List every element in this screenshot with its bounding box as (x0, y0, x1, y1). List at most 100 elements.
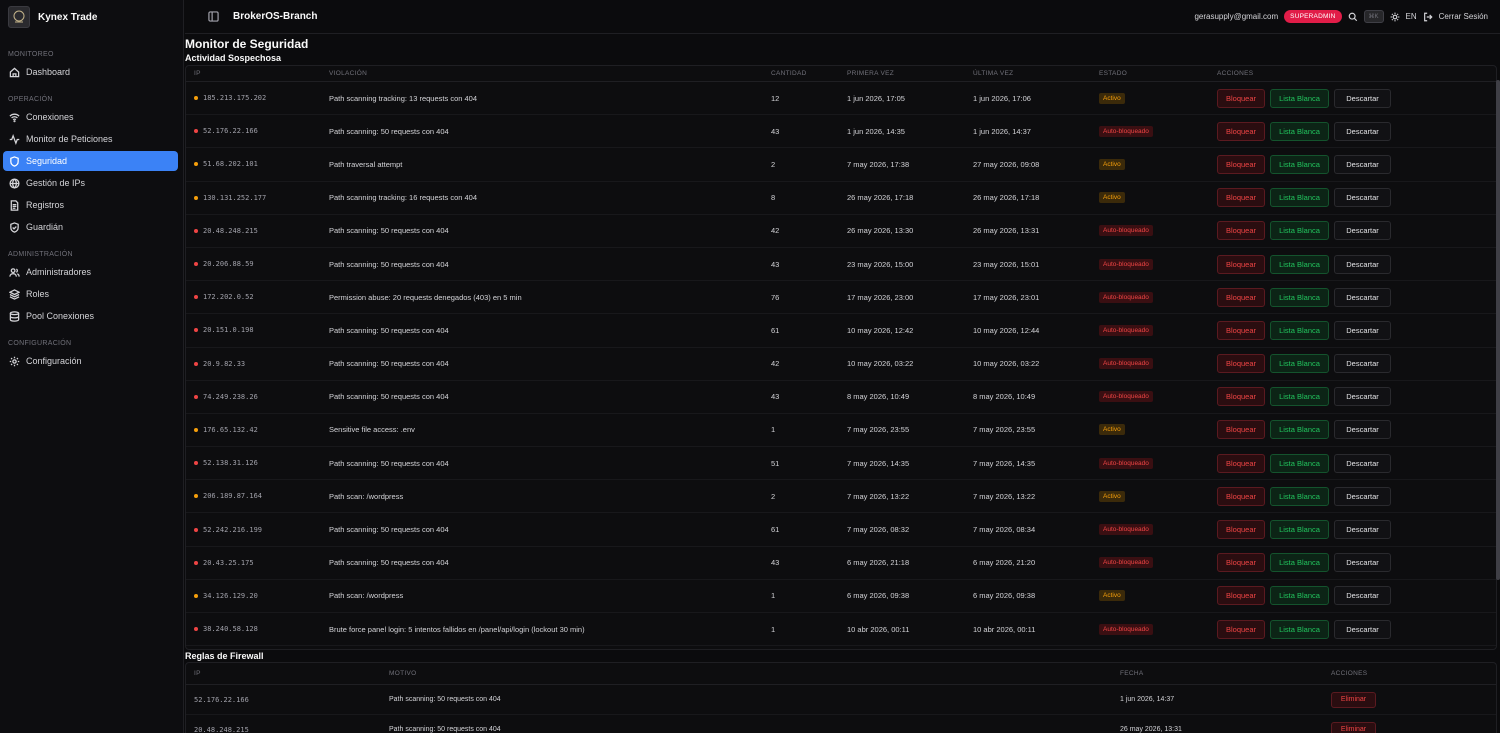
whitelist-button[interactable]: Lista Blanca (1270, 188, 1329, 208)
block-button[interactable]: Bloquear (1217, 420, 1265, 440)
sidebar-item-monitor-de-peticiones[interactable]: Monitor de Peticiones (3, 129, 178, 149)
block-button[interactable]: Bloquear (1217, 520, 1265, 540)
sun-icon[interactable] (1390, 12, 1400, 22)
sidebar-item-seguridad[interactable]: Seguridad (3, 151, 178, 171)
discard-button[interactable]: Descartar (1334, 619, 1391, 639)
block-button[interactable]: Bloquear (1217, 453, 1265, 473)
block-button[interactable]: Bloquear (1217, 354, 1265, 374)
logout-icon[interactable] (1423, 12, 1433, 22)
status-badge: Activo (1099, 424, 1125, 436)
whitelist-button[interactable]: Lista Blanca (1270, 154, 1329, 174)
block-button[interactable]: Bloquear (1217, 221, 1265, 241)
discard-button[interactable]: Descartar (1334, 420, 1391, 440)
discard-button[interactable]: Descartar (1334, 586, 1391, 606)
brand[interactable]: Kynex Trade (0, 0, 183, 34)
discard-button[interactable]: Descartar (1334, 121, 1391, 141)
sidebar-item-gestión-de-ips[interactable]: Gestión de IPs (3, 173, 178, 193)
discard-button[interactable]: Descartar (1334, 188, 1391, 208)
discard-button[interactable]: Descartar (1334, 387, 1391, 407)
sidebar-item-label: Administradores (26, 267, 92, 277)
whitelist-button[interactable]: Lista Blanca (1270, 354, 1329, 374)
fw-reason-cell: Path scanning: 50 requests con 404 (389, 726, 501, 733)
sidebar-item-guardián[interactable]: Guardián (3, 217, 178, 237)
state-cell: Auto-bloqueado (1099, 291, 1217, 303)
sidebar-item-dashboard[interactable]: Dashboard (3, 62, 178, 82)
discard-button[interactable]: Descartar (1334, 287, 1391, 307)
discard-button[interactable]: Descartar (1334, 88, 1391, 108)
fw-ip-cell: 20.48.248.215 (194, 725, 249, 733)
block-button[interactable]: Bloquear (1217, 254, 1265, 274)
discard-button[interactable]: Descartar (1334, 553, 1391, 573)
sidebar-item-label: Seguridad (26, 156, 68, 166)
whitelist-button[interactable]: Lista Blanca (1270, 320, 1329, 340)
whitelist-button[interactable]: Lista Blanca (1270, 88, 1329, 108)
block-button[interactable]: Bloquear (1217, 154, 1265, 174)
file-icon (10, 199, 19, 211)
whitelist-button[interactable]: Lista Blanca (1270, 586, 1329, 606)
whitelist-button[interactable]: Lista Blanca (1270, 254, 1329, 274)
last-seen-cell: 6 may 2026, 21:20 (973, 558, 1036, 568)
discard-button[interactable]: Descartar (1334, 354, 1391, 374)
first-seen-cell: 8 may 2026, 10:49 (847, 392, 910, 402)
status-dot (194, 461, 198, 466)
whitelist-button[interactable]: Lista Blanca (1270, 619, 1329, 639)
whitelist-button[interactable]: Lista Blanca (1270, 121, 1329, 141)
search-icon[interactable] (1348, 12, 1358, 22)
status-badge: Auto-bloqueado (1099, 324, 1153, 336)
whitelist-button[interactable]: Lista Blanca (1270, 520, 1329, 540)
discard-button[interactable]: Descartar (1334, 486, 1391, 506)
block-button[interactable]: Bloquear (1217, 88, 1265, 108)
block-button[interactable]: Bloquear (1217, 121, 1265, 141)
ip-address: 52.138.31.126 (203, 459, 258, 468)
discard-button[interactable]: Descartar (1334, 254, 1391, 274)
sidebar-item-pool-conexiones[interactable]: Pool Conexiones (3, 306, 178, 326)
discard-button[interactable]: Descartar (1334, 320, 1391, 340)
whitelist-button[interactable]: Lista Blanca (1270, 420, 1329, 440)
delete-rule-button[interactable]: Eliminar (1331, 721, 1376, 733)
discard-button[interactable]: Descartar (1334, 154, 1391, 174)
col-ip: IP (194, 70, 201, 77)
whitelist-button[interactable]: Lista Blanca (1270, 221, 1329, 241)
whitelist-button[interactable]: Lista Blanca (1270, 387, 1329, 407)
discard-button[interactable]: Descartar (1334, 453, 1391, 473)
state-cell: Auto-bloqueado (1099, 324, 1217, 336)
table-row: 130.131.252.177 Path scanning tracking: … (186, 182, 1496, 215)
state-cell: Auto-bloqueado (1099, 623, 1217, 635)
block-button[interactable]: Bloquear (1217, 553, 1265, 573)
block-button[interactable]: Bloquear (1217, 188, 1265, 208)
discard-button[interactable]: Descartar (1334, 520, 1391, 540)
discard-button[interactable]: Descartar (1334, 221, 1391, 241)
suspicious-activity-title: Actividad Sospechosa (185, 53, 282, 63)
sidebar-item-roles[interactable]: Roles (3, 284, 178, 304)
actions-cell: Bloquear Lista Blanca Descartar (1217, 453, 1391, 473)
logout-button[interactable]: Cerrar Sesión (1439, 12, 1488, 21)
whitelist-button[interactable]: Lista Blanca (1270, 287, 1329, 307)
status-dot (194, 129, 198, 134)
whitelist-button[interactable]: Lista Blanca (1270, 553, 1329, 573)
block-button[interactable]: Bloquear (1217, 486, 1265, 506)
whitelist-button[interactable]: Lista Blanca (1270, 453, 1329, 473)
table-row: 52.176.22.166 Path scanning: 50 requests… (186, 115, 1496, 149)
block-button[interactable]: Bloquear (1217, 287, 1265, 307)
sidebar-item-configuración[interactable]: Configuración (3, 351, 178, 371)
violation-cell: Path traversal attempt (329, 159, 403, 169)
last-seen-cell: 26 may 2026, 17:18 (973, 193, 1040, 203)
whitelist-button[interactable]: Lista Blanca (1270, 486, 1329, 506)
language-toggle[interactable]: EN (1406, 12, 1417, 21)
block-button[interactable]: Bloquear (1217, 586, 1265, 606)
sidebar-item-administradores[interactable]: Administradores (3, 262, 178, 282)
table-row: 38.240.58.128 Brute force panel login: 5… (186, 613, 1496, 647)
block-button[interactable]: Bloquear (1217, 320, 1265, 340)
ip-address: 20.151.0.198 (203, 326, 254, 335)
block-button[interactable]: Bloquear (1217, 387, 1265, 407)
violation-cell: Path scanning: 50 requests con 404 (329, 259, 449, 269)
quantity-cell: 61 (771, 325, 780, 335)
sidebar-toggle-icon[interactable] (207, 11, 219, 23)
delete-rule-button[interactable]: Eliminar (1331, 691, 1376, 708)
status-badge: Auto-bloqueado (1099, 457, 1153, 469)
block-button[interactable]: Bloquear (1217, 619, 1265, 639)
sidebar-item-registros[interactable]: Registros (3, 195, 178, 215)
scrollbar[interactable] (1496, 80, 1500, 580)
last-seen-cell: 10 may 2026, 12:44 (973, 325, 1040, 335)
sidebar-item-conexiones[interactable]: Conexiones (3, 107, 178, 127)
